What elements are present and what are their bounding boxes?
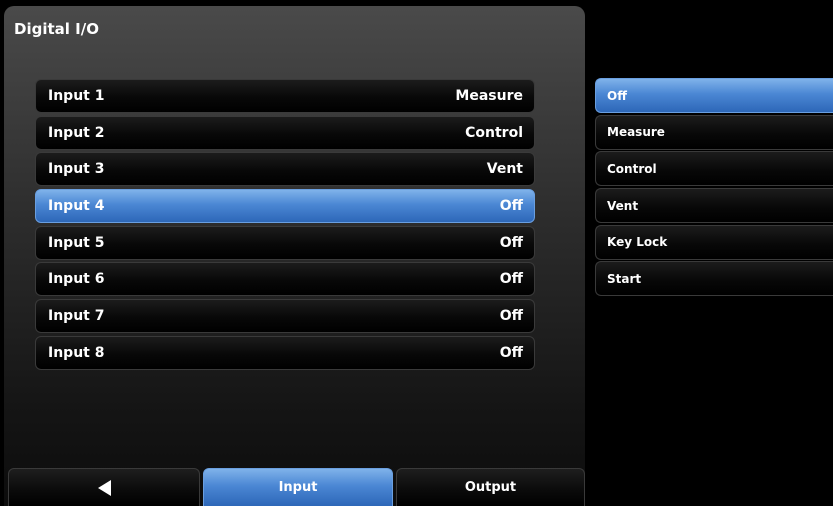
- main-panel: Digital I/O Input 1 Measure Input 2 Cont…: [4, 6, 585, 506]
- option-label: Key Lock: [607, 235, 668, 250]
- option-off[interactable]: Off: [595, 78, 833, 113]
- input-label: Input 7: [48, 308, 105, 325]
- input-row-4[interactable]: Input 4 Off: [35, 189, 535, 224]
- input-label: Input 2: [48, 124, 105, 141]
- input-row-8[interactable]: Input 8 Off: [35, 335, 535, 370]
- page-title: Digital I/O: [14, 20, 99, 38]
- option-control[interactable]: Control: [595, 151, 833, 187]
- back-button[interactable]: [8, 468, 200, 506]
- tab-output-label: Output: [464, 480, 517, 495]
- option-measure[interactable]: Measure: [595, 114, 833, 150]
- input-list: Input 1 Measure Input 2 Control Input 3 …: [35, 79, 535, 373]
- left-triangle-icon: [97, 479, 111, 496]
- option-label: Measure: [607, 125, 665, 140]
- input-value: Measure: [455, 88, 523, 104]
- input-row-5[interactable]: Input 5 Off: [35, 225, 535, 260]
- option-vent[interactable]: Vent: [595, 188, 833, 224]
- function-option-list: Off Measure Control Vent Key Lock Start: [595, 78, 833, 298]
- tab-output[interactable]: Output: [396, 468, 585, 506]
- input-value: Off: [499, 271, 523, 288]
- option-label: Control: [607, 161, 657, 176]
- input-value: Off: [499, 234, 523, 251]
- bottom-tab-bar: Input Output: [8, 468, 585, 506]
- input-label: Input 8: [48, 344, 105, 361]
- option-label: Vent: [607, 198, 639, 213]
- input-value: Control: [465, 124, 523, 141]
- input-row-1[interactable]: Input 1 Measure: [35, 79, 535, 113]
- input-row-6[interactable]: Input 6 Off: [35, 262, 535, 297]
- option-start[interactable]: Start: [595, 261, 833, 297]
- input-row-7[interactable]: Input 7 Off: [35, 299, 535, 334]
- input-label: Input 6: [48, 271, 105, 288]
- option-label: Start: [607, 271, 642, 286]
- input-row-3[interactable]: Input 3 Vent: [35, 152, 535, 187]
- input-value: Off: [499, 198, 523, 215]
- input-label: Input 3: [48, 161, 105, 178]
- input-label: Input 4: [48, 198, 105, 215]
- tab-input[interactable]: Input: [203, 468, 393, 506]
- input-label: Input 1: [48, 88, 105, 104]
- tab-input-label: Input: [278, 480, 318, 495]
- input-value: Vent: [486, 161, 523, 178]
- input-value: Off: [499, 308, 523, 325]
- input-row-2[interactable]: Input 2 Control: [35, 115, 535, 150]
- input-label: Input 5: [48, 234, 105, 251]
- option-label: Off: [607, 88, 627, 103]
- option-key-lock[interactable]: Key Lock: [595, 224, 833, 260]
- input-value: Off: [499, 344, 523, 361]
